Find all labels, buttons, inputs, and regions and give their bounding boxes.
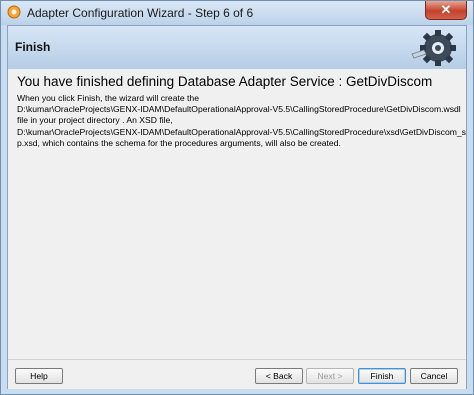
finish-button[interactable]: Finish <box>358 368 406 384</box>
header-band: Finish <box>8 26 466 70</box>
title-bar[interactable]: Adapter Configuration Wizard - Step 6 of… <box>1 1 473 25</box>
description-line: file in your project directory . An XSD … <box>17 115 173 126</box>
help-button[interactable]: Help <box>15 368 63 384</box>
wizard-body: Finish You have finished defining Databa… <box>7 25 467 389</box>
summary-description: When you click Finish, the wizard will c… <box>17 93 466 149</box>
gear-icon <box>411 30 456 66</box>
page-title: Finish <box>15 40 51 54</box>
next-button[interactable]: Next > <box>306 368 354 384</box>
wizard-window: Adapter Configuration Wizard - Step 6 of… <box>0 0 474 395</box>
cancel-button[interactable]: Cancel <box>410 368 458 384</box>
description-line: D:\kumar\OracleProjects\GENX-IDAM\Defaul… <box>17 104 461 115</box>
description-line: p.xsd, which contains the schema for the… <box>17 137 341 148</box>
summary-headline: You have finished defining Database Adap… <box>17 74 433 89</box>
back-button[interactable]: < Back <box>255 368 303 384</box>
description-line: D:\kumar\OracleProjects\GENX-IDAM\Defaul… <box>17 126 466 137</box>
window-title: Adapter Configuration Wizard - Step 6 of… <box>27 6 254 20</box>
content-area: You have finished defining Database Adap… <box>8 69 466 359</box>
close-icon: ✕ <box>440 2 452 17</box>
button-bar: Help < Back Next > Finish Cancel <box>8 359 466 389</box>
description-line: When you click Finish, the wizard will c… <box>17 93 199 103</box>
app-icon <box>7 5 21 19</box>
close-button[interactable]: ✕ <box>425 1 467 20</box>
